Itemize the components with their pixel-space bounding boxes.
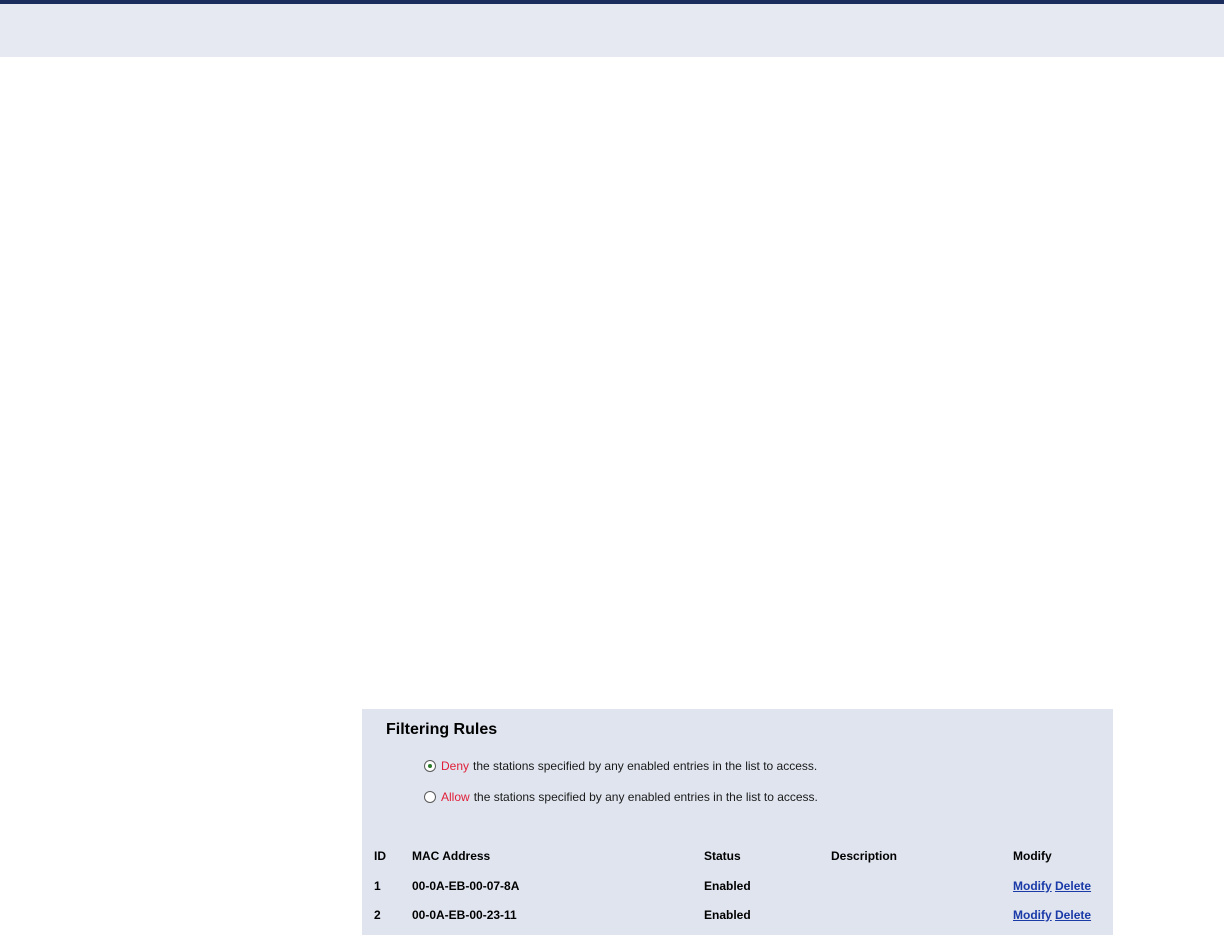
row-2-status: Enabled <box>704 908 751 922</box>
row-1-status: Enabled <box>704 879 751 893</box>
row-1-actions: Modify Delete <box>1013 879 1091 893</box>
column-header-mac: MAC Address <box>412 849 491 863</box>
allow-option-text: the stations specified by any enabled en… <box>473 790 818 804</box>
deny-keyword: Deny <box>441 759 470 773</box>
row-1-modify-link[interactable]: Modify <box>1013 879 1052 893</box>
allow-radio[interactable] <box>424 791 436 803</box>
deny-option[interactable]: Deny the stations specified by any enabl… <box>424 757 817 775</box>
allow-keyword: Allow <box>441 790 470 804</box>
column-header-description: Description <box>831 849 898 863</box>
column-header-status: Status <box>704 849 741 863</box>
row-2-modify-link[interactable]: Modify <box>1013 908 1052 922</box>
column-header-modify: Modify <box>1013 849 1052 863</box>
deny-radio[interactable] <box>424 760 436 772</box>
panel-title: Filtering Rules <box>386 721 498 738</box>
row-2-actions: Modify Delete <box>1013 908 1091 922</box>
row-2-id: 2 <box>374 908 381 922</box>
filtering-rules-panel: Filtering Rules Deny the stations specif… <box>362 709 1113 935</box>
deny-option-text: the stations specified by any enabled en… <box>473 759 818 773</box>
row-1-id: 1 <box>374 879 381 893</box>
row-1-delete-link[interactable]: Delete <box>1055 879 1091 893</box>
column-header-id: ID <box>374 849 386 863</box>
header-band <box>0 4 1224 57</box>
allow-option[interactable]: Allow the stations specified by any enab… <box>424 788 818 806</box>
row-2-delete-link[interactable]: Delete <box>1055 908 1091 922</box>
row-2-mac: 00-0A-EB-00-23-11 <box>412 908 517 922</box>
row-1-mac: 00-0A-EB-00-07-8A <box>412 879 520 893</box>
